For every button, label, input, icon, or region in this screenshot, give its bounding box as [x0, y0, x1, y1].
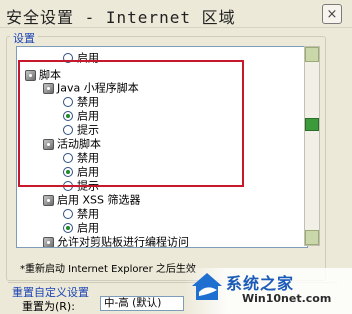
house-logo-icon	[192, 273, 222, 300]
close-icon: ×	[326, 6, 338, 22]
watermark-url: Win10net.com	[242, 292, 332, 305]
category-header: 启用 XSS 筛选器	[43, 192, 141, 207]
window-title: 安全设置 - Internet 区域	[6, 8, 236, 27]
category-label: 启用 XSS 筛选器	[57, 193, 141, 207]
scroll-up-button[interactable]	[305, 47, 319, 62]
vertical-scrollbar[interactable]	[304, 46, 320, 246]
radio-button[interactable]	[63, 209, 73, 219]
reset-level-value: 中-高 (默认)	[104, 297, 162, 309]
settings-group-label: 设置	[10, 30, 38, 46]
reset-to-label: 重置为(R):	[22, 300, 75, 313]
restart-note: *重新启动 Internet Explorer 之后生效	[20, 264, 196, 275]
watermark-brand: 系统之家	[226, 274, 295, 293]
scroll-down-button[interactable]	[305, 230, 319, 245]
option-row[interactable]: 禁用	[63, 206, 99, 221]
option-label: 禁用	[77, 207, 99, 221]
option-label: 启用	[77, 221, 99, 235]
close-button[interactable]: ×	[322, 4, 342, 24]
settings-icon	[43, 236, 54, 247]
title-bar: 安全设置 - Internet 区域 ×	[0, 0, 352, 28]
radio-button-selected[interactable]	[63, 223, 73, 233]
reset-level-select[interactable]: 中-高 (默认)	[100, 296, 184, 311]
settings-icon	[43, 194, 54, 206]
category-label: 允许对剪贴板进行编程访问	[57, 235, 189, 248]
option-row[interactable]: 启用	[63, 220, 99, 235]
highlight-box	[18, 60, 244, 187]
scroll-thumb[interactable]	[305, 118, 319, 131]
category-header: 允许对剪贴板进行编程访问	[43, 234, 189, 248]
